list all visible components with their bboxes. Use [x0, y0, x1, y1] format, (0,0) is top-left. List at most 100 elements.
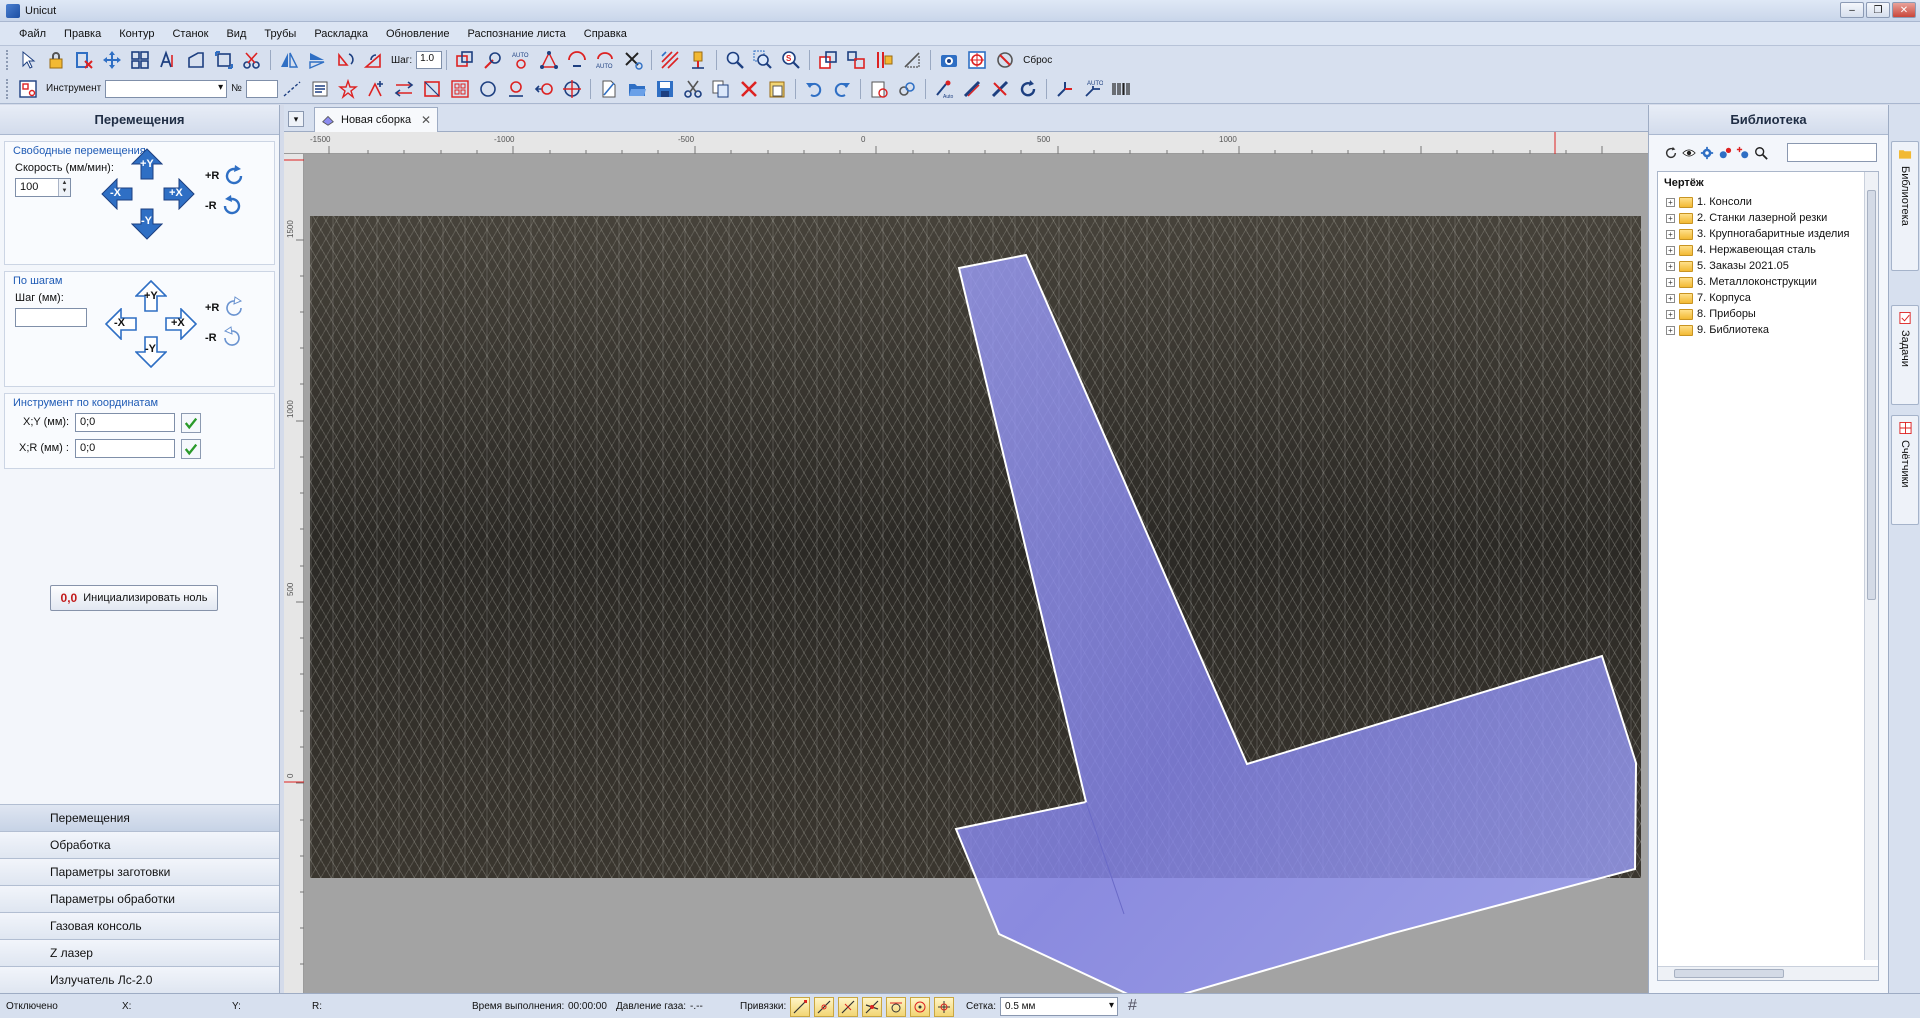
auto-path-icon[interactable]: Auto — [932, 78, 956, 100]
menu-nesting[interactable]: Раскладка — [305, 22, 377, 46]
offset-icon[interactable] — [532, 78, 556, 100]
step-plus-y-button[interactable]: +Y — [134, 279, 168, 312]
menu-tubes[interactable]: Трубы — [255, 22, 305, 46]
free-minus-x-button[interactable]: -X — [101, 177, 133, 211]
snap-perpendicular-icon[interactable] — [838, 997, 858, 1017]
menu-contour[interactable]: Контур — [110, 22, 163, 46]
xr-input[interactable]: 0;0 — [75, 439, 175, 458]
menu-view[interactable]: Вид — [217, 22, 255, 46]
tab-new-assembly[interactable]: Новая сборка ✕ — [314, 107, 438, 132]
expand-icon[interactable]: + — [1666, 229, 1675, 239]
circle-tool-icon[interactable] — [476, 78, 500, 100]
report-icon[interactable] — [867, 78, 891, 100]
snap-nearest-icon[interactable] — [934, 997, 954, 1017]
toolbar-grip[interactable] — [6, 78, 10, 99]
frame-icon[interactable] — [420, 78, 444, 100]
accordion-processing-params[interactable]: Параметры обработки — [0, 885, 279, 912]
expand-icon[interactable]: + — [1666, 245, 1675, 255]
delete-icon[interactable] — [737, 78, 761, 100]
tree-item-laser-machines[interactable]: +2. Станки лазерной резки — [1658, 210, 1878, 226]
scroll-thumb[interactable] — [1674, 969, 1784, 978]
tree-item-orders[interactable]: +5. Заказы 2021.05 — [1658, 258, 1878, 274]
close-button[interactable]: ✕ — [1892, 2, 1916, 18]
side-tab-library[interactable]: Библиотека — [1891, 141, 1919, 271]
xr-apply-button[interactable] — [181, 439, 201, 459]
tab-close-icon[interactable]: ✕ — [421, 113, 431, 127]
triangle-points-icon[interactable] — [537, 49, 561, 71]
mirror-vertical-icon[interactable] — [305, 49, 329, 71]
delete-contour-icon[interactable] — [72, 49, 96, 71]
gear-icon[interactable] — [1699, 145, 1715, 161]
cut-icon[interactable] — [681, 78, 705, 100]
expand-icon[interactable]: + — [1666, 277, 1675, 287]
chain-link-icon[interactable] — [895, 78, 919, 100]
select-pointer-icon[interactable] — [16, 49, 40, 71]
tree-item-stainless[interactable]: +4. Нержавеющая сталь — [1658, 242, 1878, 258]
save-icon[interactable] — [653, 78, 677, 100]
camera-icon[interactable] — [937, 49, 961, 71]
init-zero-button[interactable]: 0,0 Инициализировать ноль — [50, 585, 218, 611]
library-search-input[interactable] — [1787, 143, 1877, 162]
menu-update[interactable]: Обновление — [377, 22, 459, 46]
expand-icon[interactable]: + — [1666, 293, 1675, 303]
refresh-icon[interactable] — [1663, 145, 1679, 161]
undo-icon[interactable] — [802, 78, 826, 100]
camera-off-icon[interactable] — [993, 49, 1017, 71]
tab-list-button[interactable]: ▾ — [288, 111, 304, 127]
layers-list-icon[interactable] — [308, 78, 332, 100]
speed-input[interactable]: 100 ▲ ▼ — [15, 178, 71, 197]
zoom-window-icon[interactable] — [751, 49, 775, 71]
grid-size-select[interactable]: 0.5 мм — [1000, 997, 1118, 1016]
toolbar-grip[interactable] — [6, 50, 10, 70]
expand-icon[interactable]: + — [1666, 325, 1675, 335]
tree-item-devices[interactable]: +8. Приборы — [1658, 306, 1878, 322]
step-minus-x-button[interactable]: -X — [104, 307, 137, 341]
rotate-icon[interactable] — [333, 49, 357, 71]
hatch-icon[interactable] — [658, 49, 682, 71]
remove-path-icon[interactable] — [988, 78, 1012, 100]
rotate-cycle-icon[interactable] — [1016, 78, 1040, 100]
menu-file[interactable]: Файл — [10, 22, 55, 46]
expand-icon[interactable]: + — [1666, 197, 1675, 207]
arc-tool-icon[interactable] — [504, 78, 528, 100]
text-tool-icon[interactable] — [156, 49, 180, 71]
menu-machine[interactable]: Станок — [163, 22, 217, 46]
mirror-horizontal-icon[interactable] — [277, 49, 301, 71]
target-point-icon[interactable] — [560, 78, 584, 100]
tree-item-metal-structures[interactable]: +6. Металлоконструкции — [1658, 274, 1878, 290]
rotate-angle-icon[interactable] — [361, 49, 385, 71]
grid-toggle-icon[interactable]: # — [1128, 997, 1137, 1015]
snap-tangent-icon[interactable] — [886, 997, 906, 1017]
nest-part-icon[interactable] — [816, 49, 840, 71]
tree-item-library[interactable]: +9. Библиотека — [1658, 322, 1878, 338]
machine-settings-icon[interactable] — [872, 49, 896, 71]
tree-item-consoles[interactable]: +1. Консоли — [1658, 194, 1878, 210]
accordion-z-laser[interactable]: Z лазер — [0, 939, 279, 966]
minimize-button[interactable]: – — [1840, 2, 1864, 18]
lock-icon[interactable] — [44, 49, 68, 71]
accordion-blank-params[interactable]: Параметры заготовки — [0, 858, 279, 885]
eye-icon[interactable] — [1681, 145, 1697, 161]
side-tab-counters[interactable]: Счётчики — [1891, 415, 1919, 525]
scissors-icon[interactable] — [240, 49, 264, 71]
expand-icon[interactable]: + — [1666, 261, 1675, 271]
step-minus-y-button[interactable]: -Y — [134, 336, 168, 369]
free-minus-y-button[interactable]: -Y — [130, 208, 164, 240]
auto-corner-link-icon[interactable]: AUTO — [1081, 78, 1105, 100]
group-icon[interactable] — [128, 49, 152, 71]
redo-icon[interactable] — [830, 78, 854, 100]
accordion-emitter[interactable]: Излучатель Лс-2.0 — [0, 966, 279, 993]
new-file-icon[interactable] — [597, 78, 621, 100]
grid-array-icon[interactable] — [448, 78, 472, 100]
nest-all-icon[interactable] — [844, 49, 868, 71]
maximize-button[interactable]: ❐ — [1866, 2, 1890, 18]
move-icon[interactable] — [100, 49, 124, 71]
tree-root[interactable]: Чертёж — [1658, 172, 1878, 194]
open-folder-icon[interactable] — [625, 78, 649, 100]
tree-item-housings[interactable]: +7. Корпуса — [1658, 290, 1878, 306]
step-input[interactable]: 1.0 — [416, 51, 443, 69]
step-minus-r-button[interactable]: -R — [205, 326, 244, 350]
speed-spinner[interactable]: ▲ ▼ — [58, 179, 70, 196]
tool-table-icon[interactable] — [16, 78, 40, 100]
path-order-icon[interactable] — [960, 78, 984, 100]
